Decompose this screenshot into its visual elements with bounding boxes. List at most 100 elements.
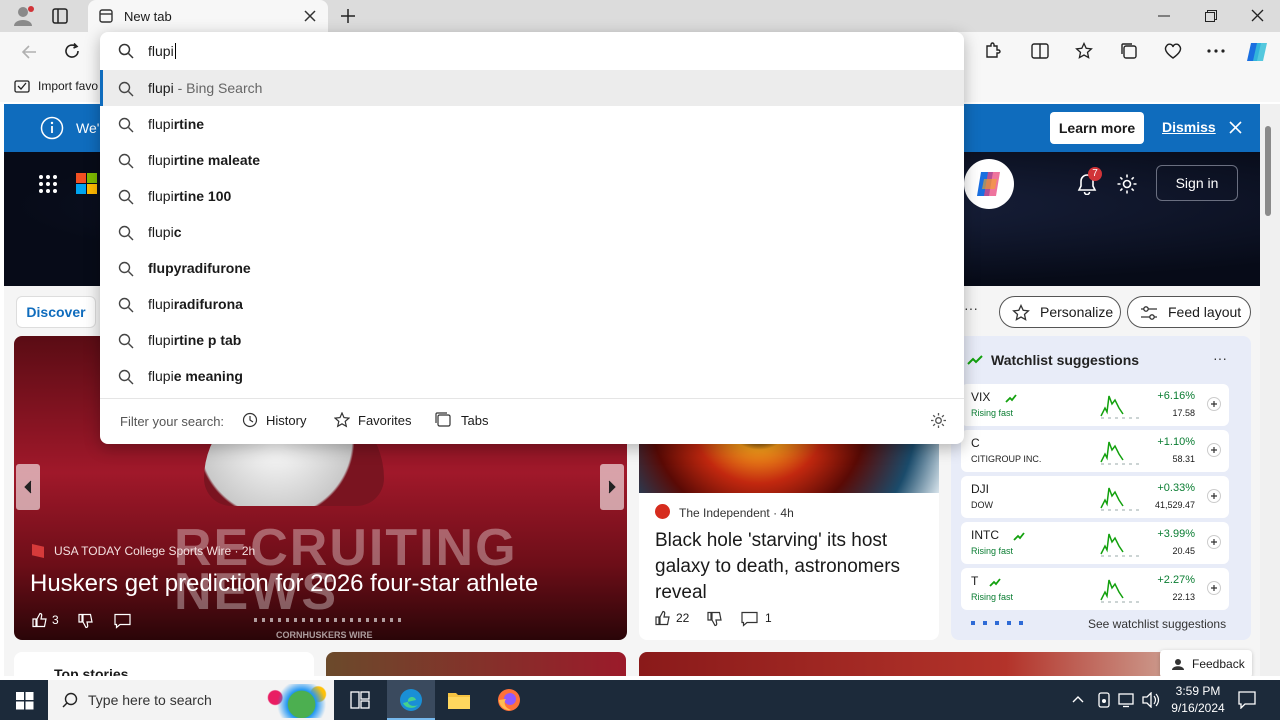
- add-to-watchlist-icon[interactable]: [1207, 397, 1221, 414]
- restore-icon[interactable]: [1205, 10, 1217, 22]
- hero-headline[interactable]: Huskers get prediction for 2026 four-sta…: [30, 570, 538, 598]
- search-icon: [118, 189, 134, 208]
- settings-gear-icon[interactable]: [1116, 173, 1138, 195]
- copilot-icon[interactable]: [1245, 40, 1269, 64]
- close-banner-icon[interactable]: [1229, 121, 1242, 134]
- feed-layout-button[interactable]: Feed layout: [1127, 296, 1251, 328]
- add-to-watchlist-icon[interactable]: [1207, 489, 1221, 506]
- suggestion-item[interactable]: flupi - Bing Search: [100, 70, 964, 106]
- task-view-icon[interactable]: [350, 691, 370, 709]
- comment-icon[interactable]: [114, 613, 131, 629]
- browser-essentials-icon[interactable]: [1163, 42, 1183, 60]
- learn-more-button[interactable]: Learn more: [1050, 112, 1144, 144]
- search-icon: [118, 43, 134, 59]
- dislike-icon[interactable]: [707, 611, 723, 627]
- stock-row[interactable]: INTC Rising fast +3.99% 20.45: [961, 522, 1229, 564]
- new-tab-button[interactable]: [340, 8, 356, 24]
- scrollbar-thumb[interactable]: [1265, 126, 1271, 216]
- settings-more-icon[interactable]: [1207, 49, 1225, 53]
- suggestion-item[interactable]: flupirtine p tab: [100, 322, 964, 358]
- collections-icon[interactable]: [1120, 42, 1138, 60]
- trending-icon: [1005, 392, 1017, 406]
- carousel-next-button[interactable]: [600, 464, 624, 510]
- watchlist-pager-dots: [971, 621, 1027, 625]
- notification-center-icon[interactable]: [1238, 691, 1256, 709]
- stock-row[interactable]: C CITIGROUP INC. +1.10% 58.31: [961, 430, 1229, 472]
- address-bar[interactable]: flupi: [100, 32, 964, 70]
- more-options-icon[interactable]: ···: [964, 300, 978, 316]
- search-settings-gear-icon[interactable]: [930, 412, 947, 429]
- tray-app-icon[interactable]: [1096, 692, 1112, 708]
- dislike-icon[interactable]: [78, 613, 94, 629]
- stock-subtitle: Rising fast: [971, 408, 1014, 418]
- split-screen-icon[interactable]: [1031, 42, 1049, 60]
- stock-row[interactable]: DJI DOW +0.33% 41,529.47: [961, 476, 1229, 518]
- minimize-icon[interactable]: [1158, 15, 1170, 17]
- stock-subtitle: Rising fast: [971, 546, 1014, 556]
- page-scrollbar[interactable]: [1260, 104, 1280, 676]
- extensions-icon[interactable]: [983, 42, 1001, 60]
- search-icon: [118, 225, 134, 244]
- new-tab-page-icon: [99, 9, 113, 23]
- add-to-watchlist-icon[interactable]: [1207, 535, 1221, 552]
- search-icon: [118, 369, 134, 388]
- suggestion-item[interactable]: flupyradifurone: [100, 250, 964, 286]
- start-button[interactable]: [16, 692, 34, 715]
- suggestion-item[interactable]: flupic: [100, 214, 964, 250]
- card2-headline[interactable]: Black hole 'starving' its host galaxy to…: [655, 528, 929, 606]
- suggestion-item[interactable]: flupiradifurona: [100, 286, 964, 322]
- suggestion-completion: radifurona: [173, 296, 243, 312]
- clock-time[interactable]: 3:59 PM: [1166, 684, 1230, 698]
- personalize-button[interactable]: Personalize: [999, 296, 1121, 328]
- network-icon[interactable]: [1118, 692, 1136, 708]
- carousel-prev-button[interactable]: [16, 464, 40, 510]
- import-favorites-label: Import favo: [38, 79, 99, 93]
- close-tab-icon[interactable]: [304, 10, 316, 22]
- back-icon[interactable]: [20, 43, 38, 61]
- suggestion-item[interactable]: flupirtine: [100, 106, 964, 142]
- feedback-label: Feedback: [1192, 657, 1245, 671]
- profile-avatar[interactable]: [12, 5, 34, 27]
- stock-symbol: INTC: [971, 528, 999, 542]
- taskbar-search-box[interactable]: Type here to search: [48, 680, 334, 720]
- stock-row[interactable]: VIX Rising fast +6.16% 17.58: [961, 384, 1229, 426]
- tray-chevron-up-icon[interactable]: [1072, 695, 1084, 703]
- address-input[interactable]: flupi: [148, 43, 176, 59]
- tab-new-tab[interactable]: New tab: [88, 0, 328, 32]
- suggestion-item[interactable]: flupirtine 100: [100, 178, 964, 214]
- stock-sparkline: [1099, 482, 1143, 515]
- feed-layout-label: Feed layout: [1168, 304, 1242, 320]
- like-icon[interactable]: [655, 610, 671, 626]
- app-launcher-icon[interactable]: [38, 174, 58, 194]
- stock-row[interactable]: T Rising fast +2.27% 22.13: [961, 568, 1229, 610]
- stock-change: +0.33%: [1157, 482, 1195, 494]
- watchlist-more-icon[interactable]: ···: [1213, 350, 1227, 366]
- dismiss-link[interactable]: Dismiss: [1162, 119, 1216, 135]
- copilot-hero-button[interactable]: [964, 159, 1014, 209]
- sign-in-button[interactable]: Sign in: [1156, 165, 1238, 201]
- close-window-icon[interactable]: [1251, 9, 1264, 22]
- stock-price: 22.13: [1172, 592, 1195, 602]
- discover-tab[interactable]: Discover: [16, 296, 96, 328]
- tab-actions-icon[interactable]: [52, 8, 68, 24]
- taskbar: Type here to search 3:59 PM 9/16/2024: [0, 680, 1280, 720]
- suggestion-item[interactable]: flupie meaning: [100, 358, 964, 394]
- stock-sparkline: [1099, 528, 1143, 561]
- firefox-icon[interactable]: [497, 688, 521, 717]
- like-icon[interactable]: [32, 612, 48, 628]
- top-stories-heading: Top stories: [54, 666, 129, 676]
- volume-icon[interactable]: [1142, 692, 1160, 708]
- feedback-button[interactable]: Feedback: [1160, 650, 1252, 676]
- story-card-3[interactable]: [326, 652, 626, 676]
- favorites-star-icon[interactable]: [1075, 42, 1093, 60]
- taskbar-edge-app[interactable]: [387, 680, 435, 720]
- suggestion-item[interactable]: flupirtine maleate: [100, 142, 964, 178]
- add-to-watchlist-icon[interactable]: [1207, 581, 1221, 598]
- see-watchlist-link[interactable]: See watchlist suggestions: [1088, 617, 1226, 631]
- file-explorer-icon[interactable]: [447, 690, 471, 715]
- add-to-watchlist-icon[interactable]: [1207, 443, 1221, 460]
- clock-date[interactable]: 9/16/2024: [1166, 701, 1230, 715]
- refresh-icon[interactable]: [63, 42, 81, 60]
- comment-icon[interactable]: [741, 611, 758, 627]
- stock-symbol: T: [971, 574, 979, 588]
